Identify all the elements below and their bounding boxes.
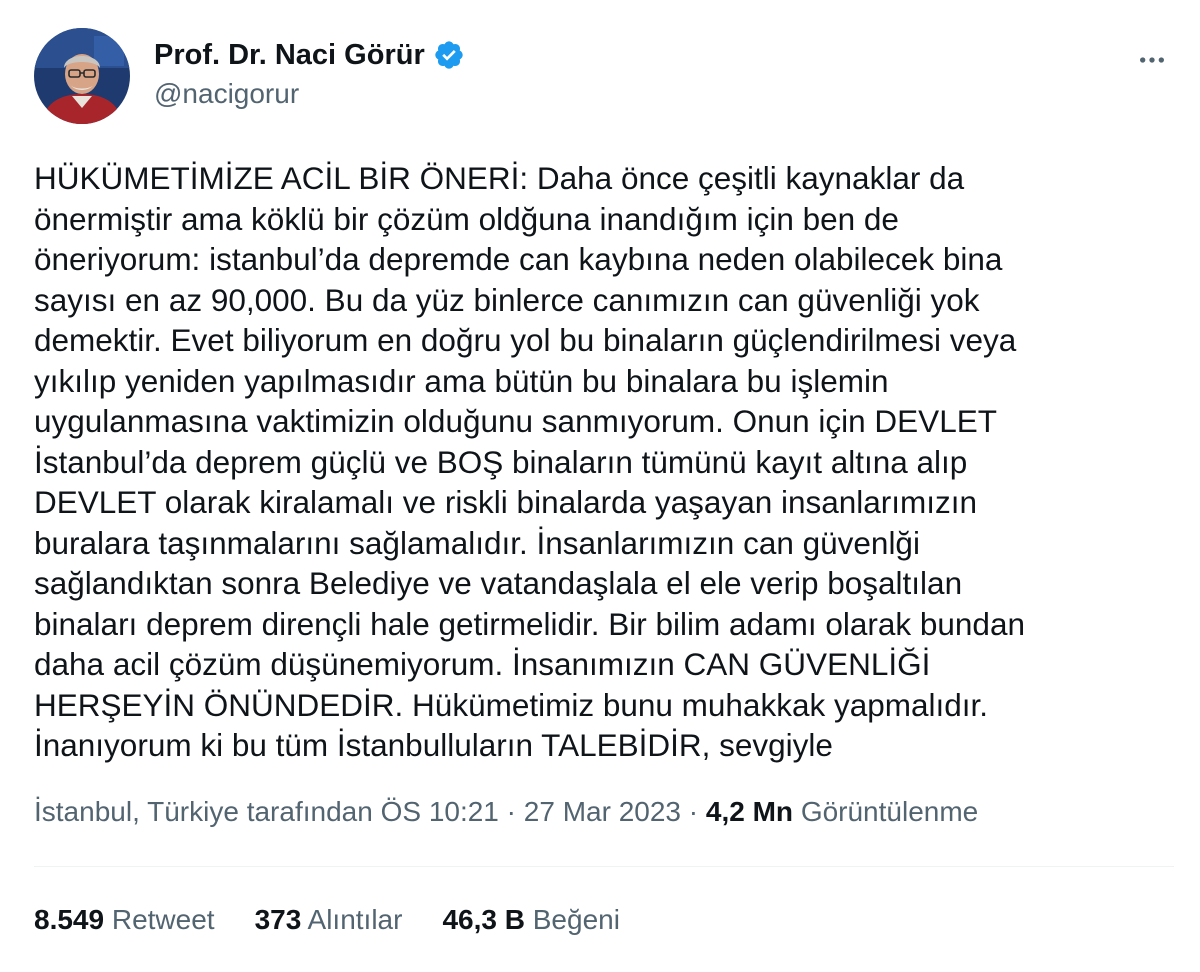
tweet-text: HÜKÜMETİMİZE ACİL BİR ÖNERİ: Daha önce ç… (34, 158, 1174, 766)
tweet-text-line: yıkılıp yeniden yapılmasıdır ama bütün b… (34, 362, 889, 399)
tweet-text-line: daha acil çözüm düşünemiyorum. İnsanımız… (34, 646, 931, 682)
tweet-text-line: demektir. Evet biliyorum en doğru yol bu… (34, 322, 1017, 358)
verified-badge-icon (433, 39, 465, 71)
tweet-text-line: buralara taşınmalarını sağlamalıdır. İns… (34, 524, 920, 561)
tweet-text-line: binaları deprem dirençli hale getirmelid… (34, 605, 1025, 642)
retweets-label: Retweet (111, 904, 215, 935)
tweet-location[interactable]: İstanbul, Türkiye tarafından (34, 796, 373, 828)
author-handle[interactable]: @nacigorur (154, 78, 299, 110)
tweet-stats: 8.549 Retweet 373 Alıntılar 46,3 B Beğen… (34, 904, 660, 936)
avatar[interactable] (34, 28, 130, 124)
retweets-stat[interactable]: 8.549 Retweet (34, 904, 215, 936)
tweet-text-line: sağlandıktan sonra Belediye ve vatandaşl… (34, 565, 963, 601)
tweet-text-line: sayısı en az 90,000. Bu da yüz binlerce … (34, 281, 980, 318)
tweet-text-line: önermiştir ama köklü bir çözüm oldğuna i… (34, 200, 899, 237)
meta-separator: · (681, 796, 706, 827)
tweet-date[interactable]: 27 Mar 2023 (524, 796, 681, 828)
views-count: 4,2 Mn (705, 796, 794, 827)
quotes-count: 373 (254, 904, 302, 935)
likes-count: 46,3 B (442, 904, 525, 935)
avatar-image (34, 28, 130, 124)
quotes-stat[interactable]: 373 Alıntılar (255, 904, 403, 936)
tweet-text-line: HERŞEYİN ÖNÜNDEDİR. Hükümetimiz bunu muh… (34, 686, 989, 723)
divider (34, 866, 1174, 867)
tweet-text-line: HÜKÜMETİMİZE ACİL BİR ÖNERİ: Daha önce ç… (34, 160, 965, 196)
tweet-meta: İstanbul, Türkiye tarafından ÖS 10:21 · … (34, 796, 978, 828)
meta-separator: · (498, 796, 524, 827)
tweet-text-line: uygulanmasına vaktimizin olduğunu sanmıy… (34, 403, 997, 439)
tweet-text-line: İnanıyorum ki bu tüm İstanbulluların TAL… (34, 727, 833, 763)
retweets-count: 8.549 (34, 904, 105, 935)
author-name-row: Prof. Dr. Naci Görür (154, 36, 465, 74)
tweet-card: Prof. Dr. Naci Görür @nacigorur HÜKÜMETİ… (0, 0, 1200, 972)
author-name[interactable]: Prof. Dr. Naci Görür (154, 39, 425, 72)
tweet-text-line: öneriyorum: istanbul’da depremde can kay… (34, 241, 1003, 277)
quotes-label: Alıntılar (307, 904, 403, 935)
tweet-text-line: İstanbul’da deprem güçlü ve BOŞ binaları… (34, 443, 968, 480)
likes-label: Beğeni (532, 904, 620, 935)
likes-stat[interactable]: 46,3 B Beğeni (442, 904, 619, 936)
tweet-time[interactable]: ÖS 10:21 (381, 796, 499, 828)
tweet-text-line: DEVLET olarak kiralamalı ve riskli binal… (34, 484, 978, 520)
views-label: Görüntülenme (800, 796, 979, 827)
more-options-icon[interactable] (1132, 40, 1172, 80)
